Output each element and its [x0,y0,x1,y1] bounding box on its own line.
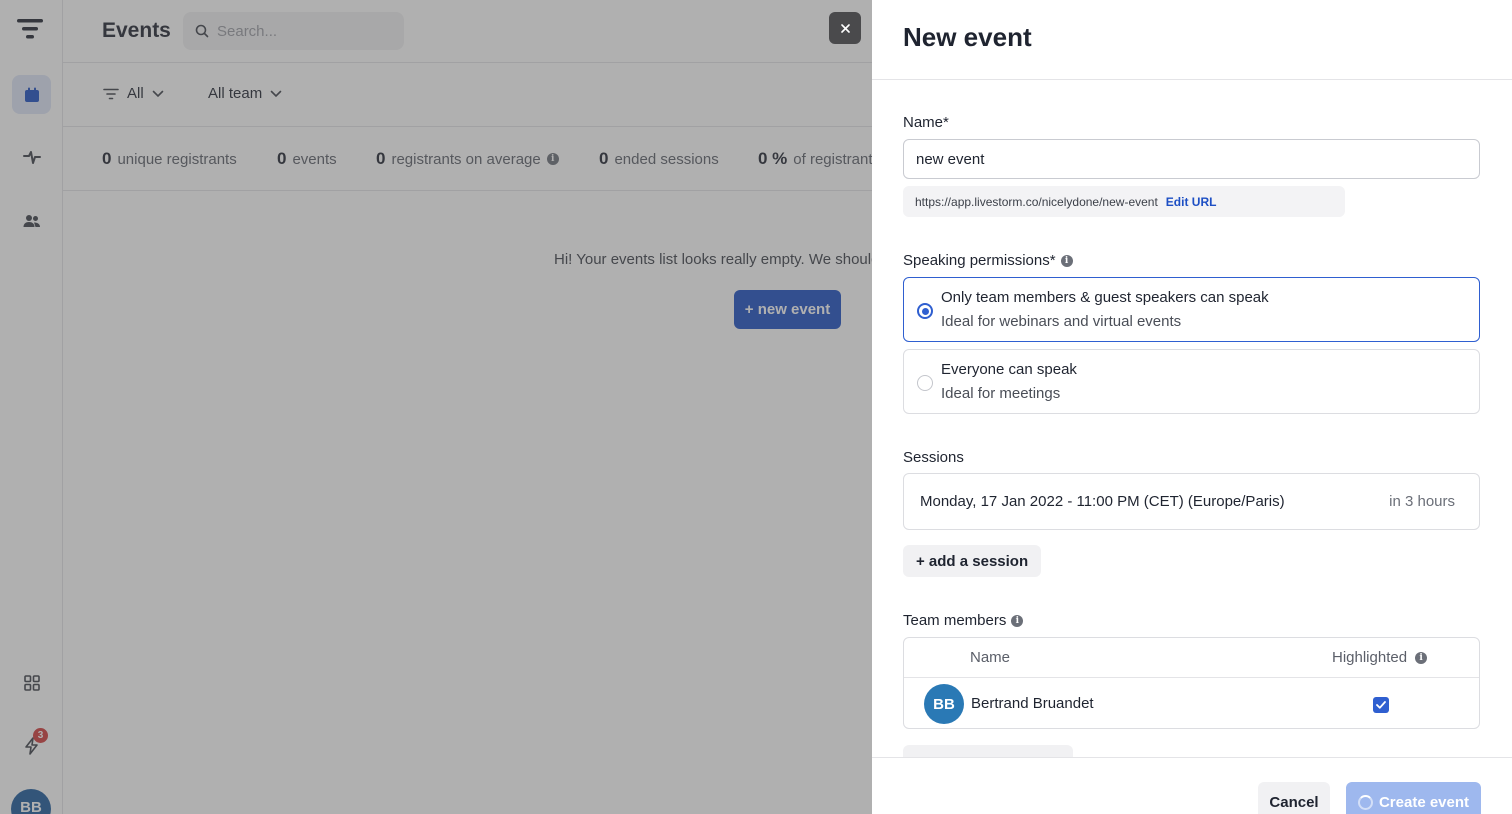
cancel-button[interactable]: Cancel [1258,782,1330,814]
session-row[interactable]: Monday, 17 Jan 2022 - 11:00 PM (CET) (Eu… [903,473,1480,530]
edit-url-link[interactable]: Edit URL [1166,195,1217,209]
loading-spinner-icon [1357,794,1373,810]
event-url-text: https://app.livestorm.co/nicelydone/new-… [915,194,1158,209]
modal-backdrop[interactable] [0,0,872,814]
team-members-table: Name Highlighted i BB Bertrand Bruandet [903,637,1480,729]
add-session-button[interactable]: + add a session [903,545,1042,577]
radio-button[interactable] [917,303,933,319]
create-event-button[interactable]: Create event [1346,782,1481,814]
session-datetime: Monday, 17 Jan 2022 - 11:00 PM (CET) (Eu… [920,493,1285,510]
column-header-name: Name [970,649,1011,666]
info-icon[interactable]: i [1011,614,1024,627]
permissions-label-text: Speaking permissions* [903,252,1056,269]
event-url: https://app.livestorm.co/nicelydone/new-… [903,186,1345,217]
permissions-label: Speaking permissions* i [903,252,1073,269]
avatar: BB [924,684,964,724]
column-header-highlighted: Highlighted i [1332,649,1428,666]
create-event-label: Create event [1378,793,1470,811]
option-subtitle: Ideal for meetings [941,385,1061,402]
option-title: Everyone can speak [941,361,1077,378]
name-label: Name* [903,114,949,131]
new-event-drawer: New event Name* https://app.livestorm.co… [872,0,1512,814]
info-icon[interactable]: i [1415,651,1428,664]
permission-option-everyone[interactable]: Everyone can speak Ideal for meetings [903,349,1480,414]
session-relative-time: in 3 hours [1389,493,1455,510]
option-title: Only team members & guest speakers can s… [941,289,1269,306]
highlighted-checkbox[interactable] [1373,697,1389,713]
drawer-footer: Cancel Create event [872,757,1512,814]
close-icon [840,23,850,33]
member-name: Bertrand Bruandet [971,695,1094,712]
checkmark-icon [1376,701,1386,709]
column-header-highlighted-text: Highlighted [1332,649,1408,666]
option-subtitle: Ideal for webinars and virtual events [941,313,1182,330]
team-members-label: Team members i [903,612,1024,629]
info-icon[interactable]: i [1060,254,1073,267]
name-label-text: Name* [903,114,949,131]
event-name-field[interactable] [903,139,1480,179]
table-row: BB Bertrand Bruandet [904,677,1479,729]
sessions-label: Sessions [903,449,964,466]
close-drawer-button[interactable] [829,12,861,44]
drawer-header: New event [872,0,1512,80]
team-members-label-text: Team members [903,612,1007,629]
radio-button[interactable] [917,375,933,391]
drawer-title: New event [903,22,1032,52]
sessions-label-text: Sessions [903,449,964,466]
permission-option-speakers[interactable]: Only team members & guest speakers can s… [903,277,1480,342]
